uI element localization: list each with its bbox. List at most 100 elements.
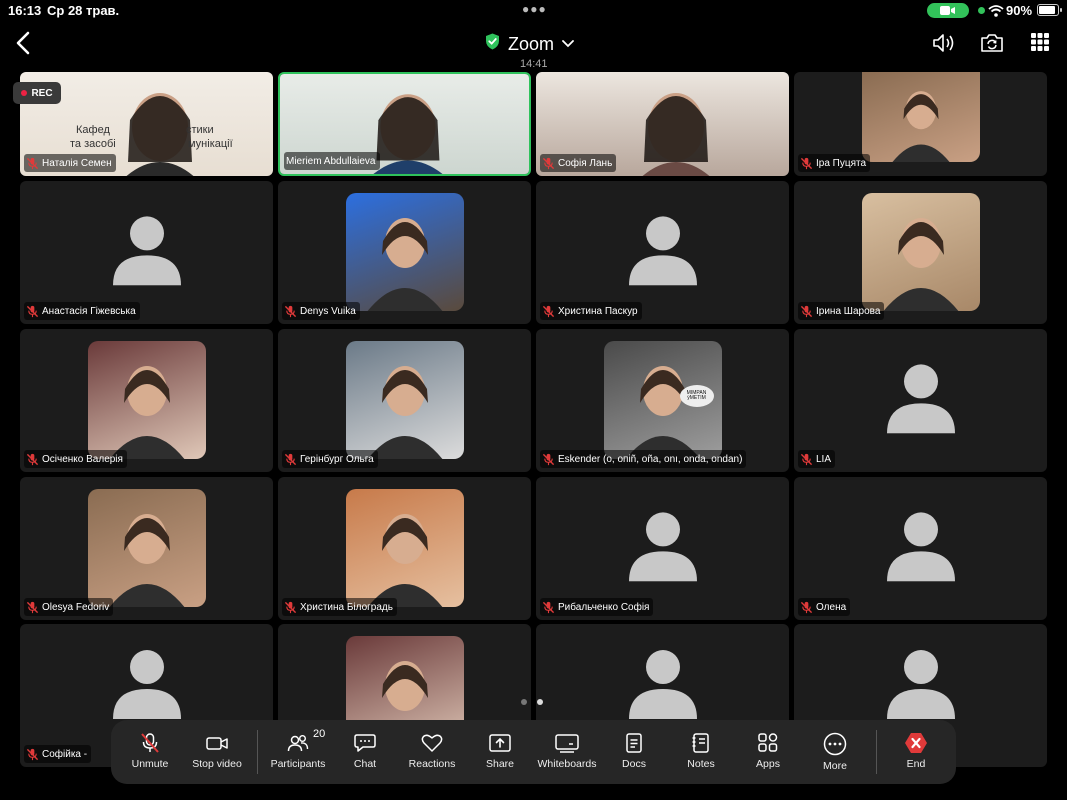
participant-name-tag: Анастасія Гіжевська [24, 302, 140, 320]
participant-name: Софія Лань [558, 157, 613, 169]
mic-muted-icon [26, 748, 39, 760]
participant-name-tag: Софія Лань [540, 154, 617, 172]
end-meeting-button[interactable]: End [896, 720, 936, 784]
participant-name-tag: Христина Білоградь [282, 598, 397, 616]
mic-muted-icon [800, 157, 813, 169]
reactions-button[interactable]: Reactions [404, 720, 460, 784]
participant-tile[interactable]: Осіченко Валерія [20, 329, 273, 472]
speech-bubble: MIMPAN ÿMETIM [679, 385, 714, 407]
apps-icon [756, 732, 780, 754]
battery-level [1039, 6, 1055, 14]
grid-view-icon[interactable] [1030, 32, 1050, 57]
speaker-icon[interactable] [932, 32, 956, 59]
chat-button[interactable]: Chat [345, 720, 385, 784]
document-icon [623, 732, 645, 754]
participant-tile[interactable]: Христина Білоградь [278, 477, 531, 620]
docs-button[interactable]: Docs [614, 720, 654, 784]
chevron-down-icon [562, 35, 574, 53]
apps-button[interactable]: Apps [748, 720, 788, 784]
recording-indicator[interactable]: REC [13, 82, 61, 104]
participant-tile[interactable]: Софія Лань [536, 72, 789, 176]
participant-tile[interactable]: Olesya Fedoriv [20, 477, 273, 620]
share-button[interactable]: Share [480, 720, 520, 784]
participant-tile[interactable]: Анастасія Гіжевська [20, 181, 273, 324]
participant-tile[interactable]: Denys Vuika [278, 181, 531, 324]
default-avatar-icon [628, 215, 697, 285]
switch-camera-icon[interactable] [980, 32, 1004, 59]
default-avatar-icon [886, 363, 955, 433]
notes-label: Notes [687, 758, 715, 770]
unmute-button[interactable]: Unmute [125, 720, 175, 784]
camera-in-use-icon [927, 3, 969, 18]
video-camera-icon [205, 732, 229, 754]
page-dot[interactable] [521, 699, 527, 705]
end-call-icon [904, 732, 928, 754]
participant-tile[interactable]: LIA [794, 329, 1047, 472]
whiteboard-icon [554, 732, 580, 754]
participant-tile[interactable]: Герінбург Ольга [278, 329, 531, 472]
notes-icon [690, 732, 712, 754]
meeting-header: Zoom 14:41 [0, 22, 1067, 72]
mic-muted-icon [800, 453, 813, 465]
clock: 16:13 [8, 3, 42, 18]
default-avatar-icon [112, 215, 181, 285]
whiteboards-button[interactable]: Whiteboards [535, 720, 599, 784]
participant-tile[interactable]: Mieriem Abdullaieva [278, 72, 531, 176]
profile-photo: MIMPAN ÿMETIM [603, 341, 722, 459]
page-dot-current[interactable] [537, 699, 543, 705]
toolbar-divider [876, 730, 877, 774]
participant-tile[interactable]: Ірина Шарова [794, 181, 1047, 324]
shield-check-icon [485, 33, 500, 55]
share-label: Share [485, 758, 515, 770]
notes-button[interactable]: Notes [681, 720, 721, 784]
participant-name: Анастасія Гіжевська [42, 305, 136, 317]
battery-icon [1037, 4, 1059, 16]
wall-sign-line: Кафед [76, 124, 110, 136]
default-avatar-icon [112, 649, 181, 719]
participant-name: Mieriem Abdullaieva [286, 155, 376, 167]
mic-muted-icon [284, 305, 297, 317]
recording-label: REC [31, 87, 53, 99]
profile-photo [345, 193, 464, 311]
participant-name-tag: Олена [798, 598, 851, 616]
multitasking-dots-icon[interactable]: ●●● [522, 2, 547, 16]
battery-percent: 90% [1006, 3, 1033, 18]
participant-name-tag: Іра Пуцята [798, 154, 871, 172]
page-indicator[interactable] [521, 699, 543, 705]
meeting-toolbar: Unmute Stop video Participants 20 Chat R… [111, 720, 956, 784]
speech-bubble-line: ÿMETIM [687, 395, 706, 401]
back-icon[interactable] [14, 30, 34, 61]
participant-tile[interactable]: MIMPAN ÿMETIM Eskender (o, oпiñ, oña, onı,… [536, 329, 789, 472]
participant-name: Eskender (o, oпiñ, oña, onı, onda, ondan… [558, 453, 743, 465]
participant-name-tag: LIA [798, 450, 836, 468]
meeting-title-button[interactable]: Zoom [485, 33, 574, 55]
recording-dot-icon [21, 90, 28, 96]
privacy-indicator [978, 7, 985, 14]
mic-muted-icon [542, 305, 555, 317]
share-screen-icon [488, 732, 512, 754]
participant-name: Олена [816, 601, 847, 613]
chat-label: Chat [353, 758, 377, 770]
participant-grid: Кафед стики та засобі мунікації Наталія Семе… [20, 72, 1048, 767]
participant-name: Герінбург Ольга [300, 453, 374, 465]
default-avatar-icon [628, 511, 697, 581]
toolbar-divider [257, 730, 258, 774]
meeting-title: Zoom [508, 33, 555, 54]
participant-tile[interactable]: Христина Паскур [536, 181, 789, 324]
mic-muted-icon [542, 601, 555, 613]
participant-tile[interactable]: Олена [794, 477, 1047, 620]
heart-icon [420, 732, 444, 754]
more-label: More [823, 760, 847, 772]
participant-name-tag: Герінбург Ольга [282, 450, 378, 468]
mic-muted-icon [800, 601, 813, 613]
participant-name: Осіченко Валерія [42, 453, 123, 465]
participant-tile[interactable]: Іра Пуцята [794, 72, 1047, 176]
apps-label: Apps [756, 758, 780, 770]
more-button[interactable]: More [815, 720, 855, 784]
battery-cap [1060, 8, 1062, 12]
stop-video-button[interactable]: Stop video [187, 720, 247, 784]
participant-tile[interactable]: Рибальченко Софія [536, 477, 789, 620]
mic-muted-icon [26, 305, 39, 317]
participant-name-tag: Осіченко Валерія [24, 450, 127, 468]
default-avatar-icon [628, 649, 697, 719]
